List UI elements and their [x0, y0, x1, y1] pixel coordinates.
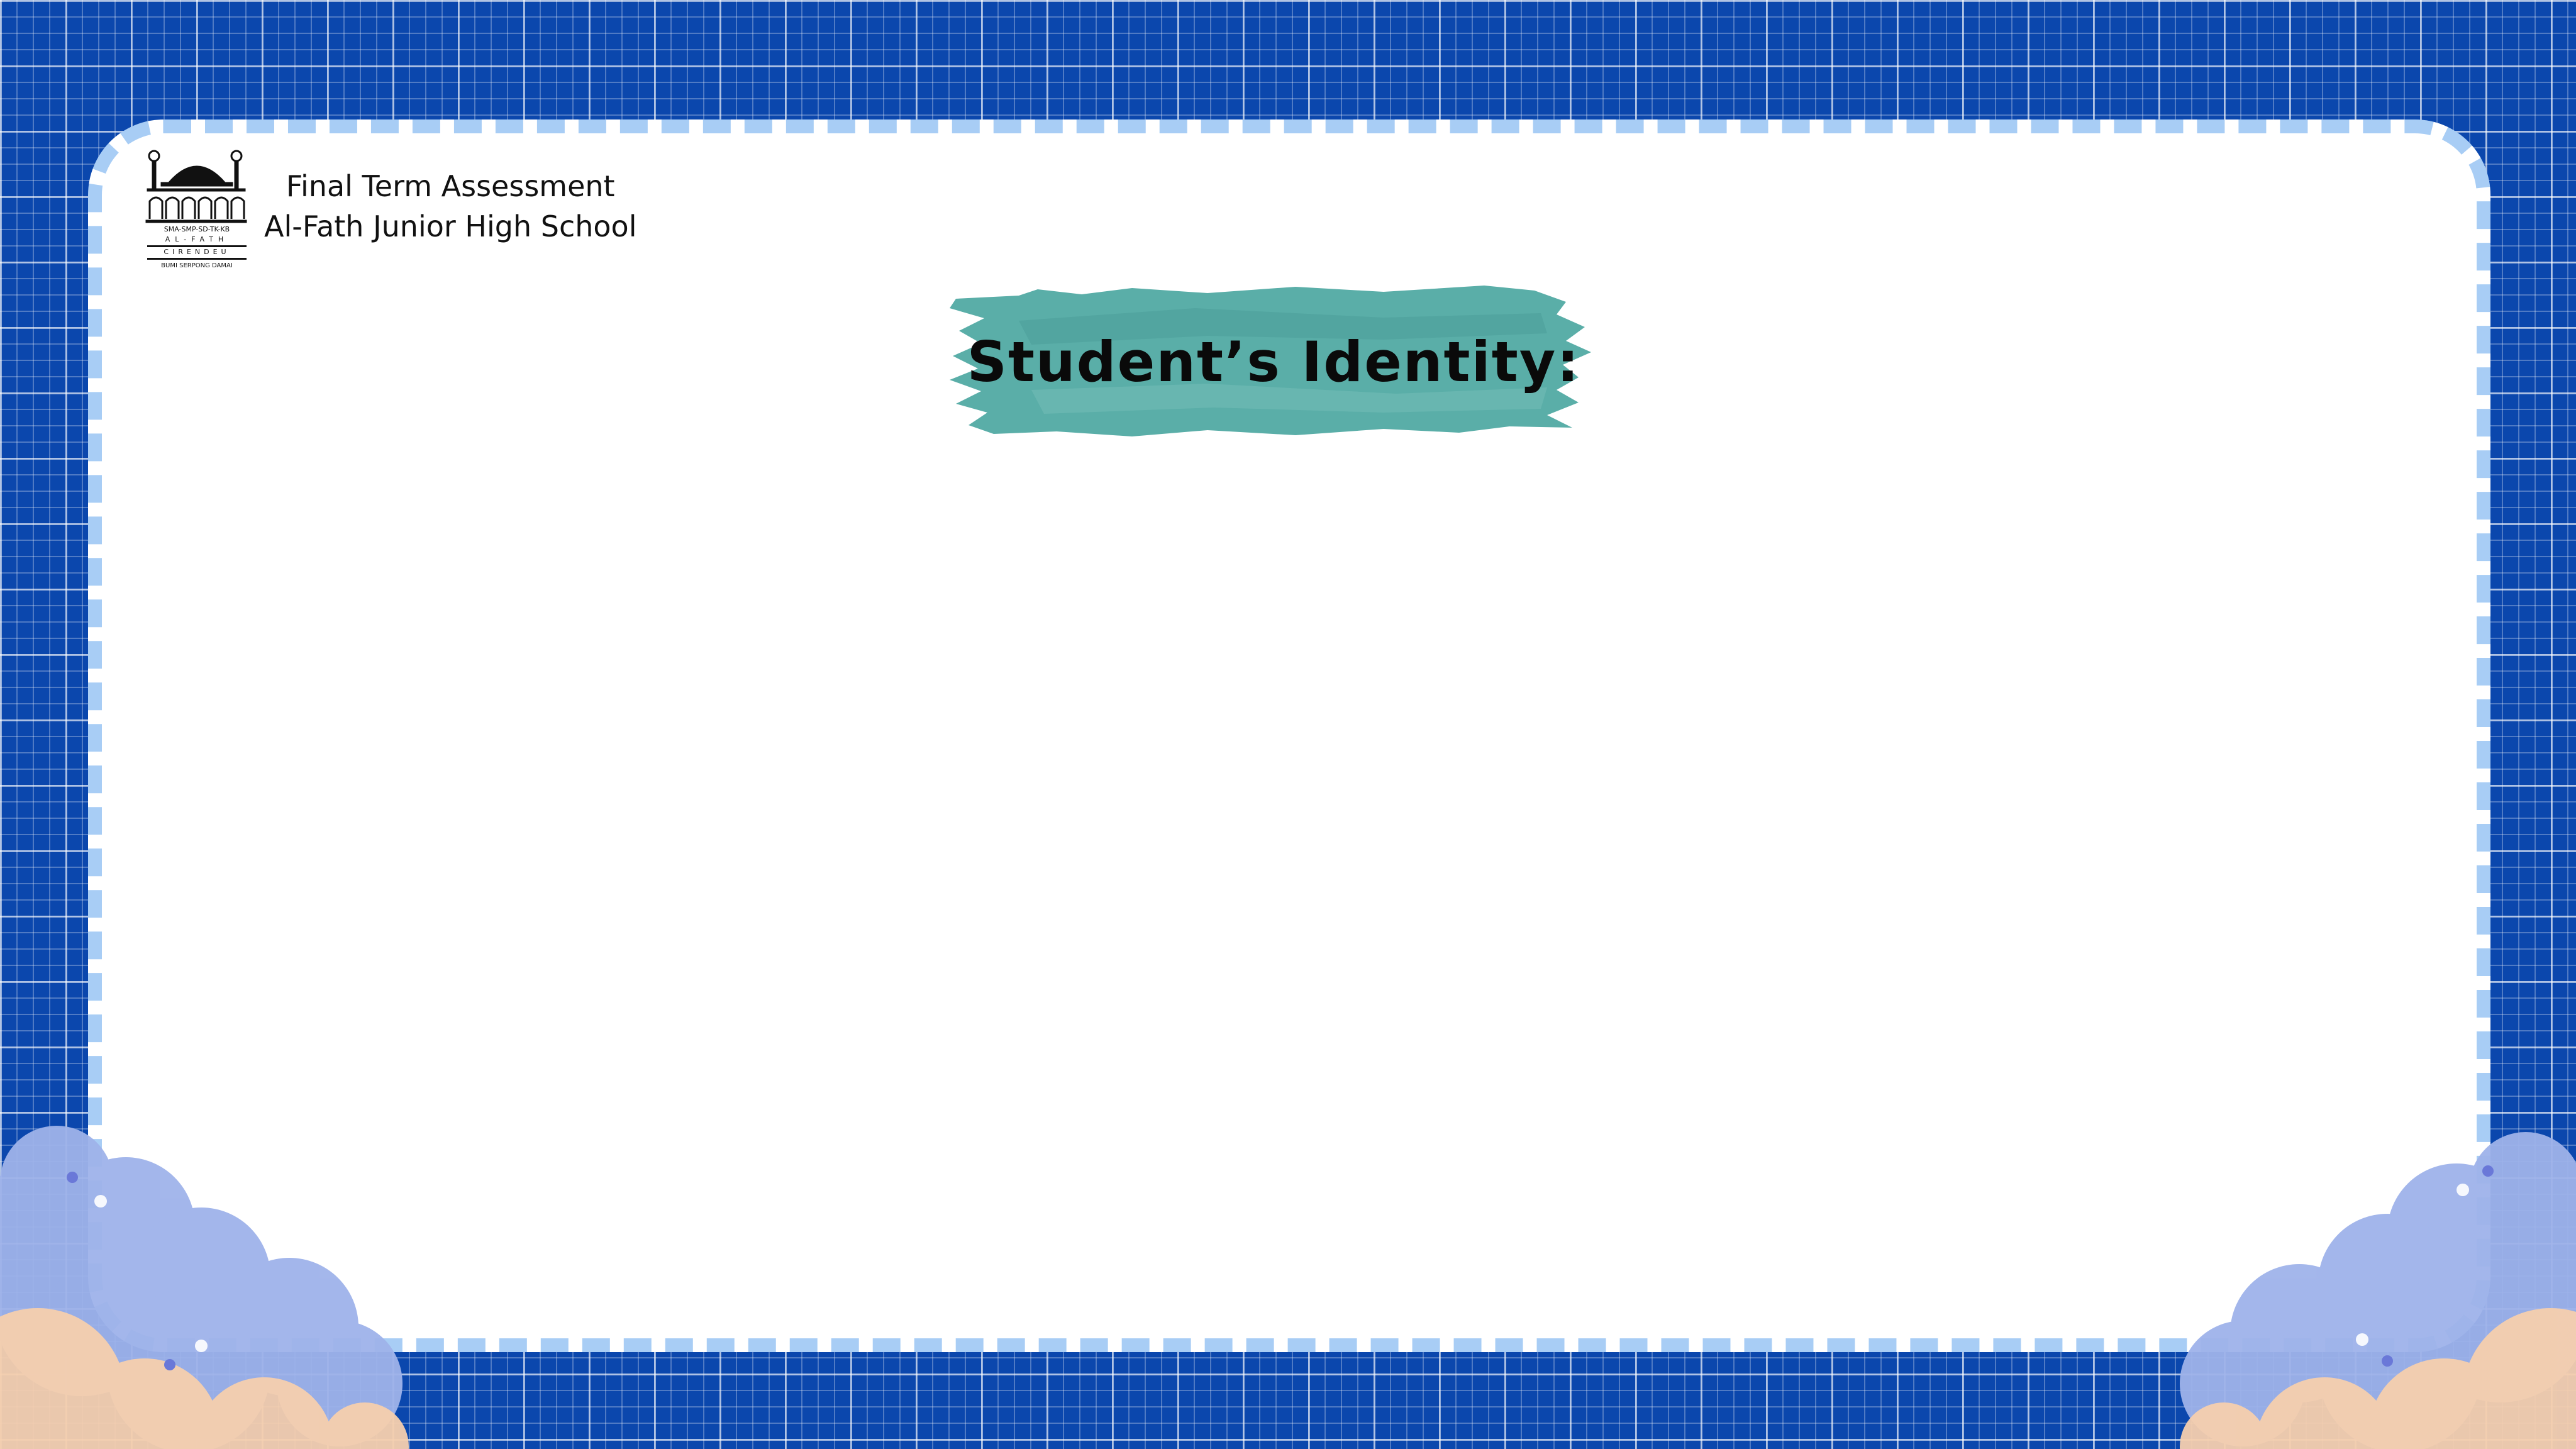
slide: SMA-SMP-SD-TK-KB AL-FATH CIRENDEU BUMI S…: [0, 0, 2576, 1449]
header-text: Final Term Assessment Al-Fath Junior Hig…: [264, 166, 636, 247]
cloud-decoration-right: [2180, 1132, 2576, 1449]
logo-text-levels: SMA-SMP-SD-TK-KB: [164, 225, 230, 233]
mosque-icon: [145, 150, 247, 223]
title-banner: Student’s Identity:: [943, 283, 1635, 440]
header: SMA-SMP-SD-TK-KB AL-FATH CIRENDEU BUMI S…: [143, 143, 636, 269]
logo-text-region: BUMI SERPONG DAMAI: [161, 262, 233, 269]
section-title: Student’s Identity:: [967, 329, 1580, 394]
assessment-title: Final Term Assessment: [286, 169, 615, 203]
logo-text-place: CIRENDEU: [164, 248, 230, 256]
school-logo: SMA-SMP-SD-TK-KB AL-FATH CIRENDEU BUMI S…: [145, 150, 247, 269]
school-name: Al-Fath Junior High School: [264, 209, 637, 243]
cloud-decoration-left: [0, 1126, 409, 1449]
logo-text-name: AL-FATH: [165, 235, 228, 243]
